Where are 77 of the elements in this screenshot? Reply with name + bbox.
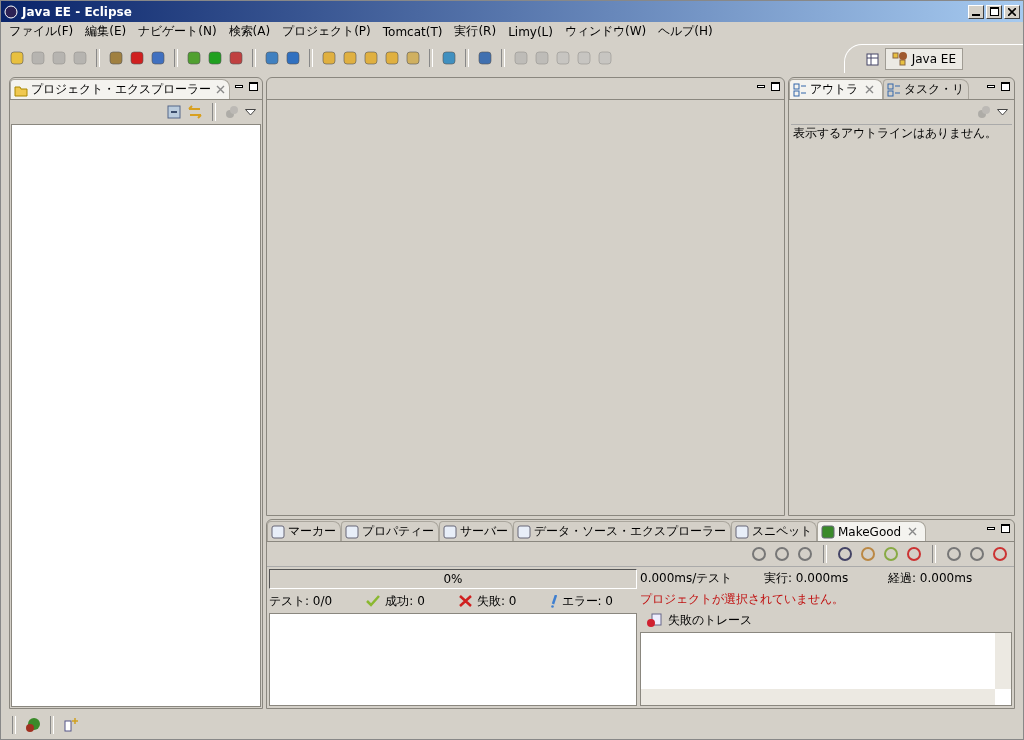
view-icon bbox=[443, 524, 457, 539]
eclipse-icon bbox=[4, 4, 18, 19]
perspective-icon bbox=[891, 50, 908, 67]
menu-item[interactable]: Limy(L) bbox=[508, 24, 553, 39]
elapsed-time: 経過: 0.000ms bbox=[888, 569, 974, 587]
trace-icon bbox=[646, 613, 662, 627]
view-tab[interactable]: データ・ソース・エクスプローラー bbox=[513, 521, 731, 541]
menu-item[interactable]: ナビゲート(N) bbox=[138, 23, 217, 40]
menu-item[interactable]: 検索(A) bbox=[228, 23, 271, 40]
menu-item[interactable]: 実行(R) bbox=[454, 23, 497, 40]
minimize-icon[interactable] bbox=[987, 527, 995, 530]
view-tab[interactable]: タスク・リ bbox=[883, 79, 969, 99]
view-tab[interactable]: スニペット bbox=[731, 521, 817, 541]
exclamation-icon bbox=[550, 594, 557, 608]
view-tab[interactable]: MakeGood bbox=[817, 521, 927, 541]
outline-icon bbox=[887, 82, 901, 97]
error-count: エラー: 0 bbox=[561, 592, 613, 610]
window-title: Java EE - Eclipse bbox=[22, 4, 132, 19]
view-tab[interactable]: アウトラ bbox=[789, 79, 883, 99]
view-tab[interactable]: プロパティー bbox=[341, 521, 439, 541]
passed-count: 成功: 0 bbox=[385, 592, 425, 610]
view-icon bbox=[821, 524, 835, 539]
view-icon bbox=[271, 524, 285, 539]
test-count: テスト: 0/0 bbox=[269, 592, 333, 610]
maximize-icon[interactable] bbox=[1001, 524, 1010, 533]
failed-count: 失敗: 0 bbox=[476, 592, 517, 610]
close-icon[interactable] bbox=[216, 85, 225, 94]
run-time: 実行: 0.000ms bbox=[764, 569, 850, 587]
view-tab[interactable]: マーカー bbox=[267, 521, 341, 541]
maximize-button[interactable] bbox=[986, 4, 1002, 19]
close-icon[interactable] bbox=[908, 527, 918, 536]
toolbar-icon[interactable] bbox=[837, 546, 853, 562]
new-view-icon[interactable] bbox=[63, 717, 79, 733]
menu-item[interactable]: プロジェクト(P) bbox=[282, 23, 371, 40]
collapse-all-icon[interactable] bbox=[167, 105, 181, 119]
view-menu-icon[interactable] bbox=[245, 108, 256, 116]
view-menu-icon[interactable] bbox=[997, 108, 1008, 116]
cross-icon bbox=[458, 595, 472, 607]
horizontal-scrollbar[interactable] bbox=[641, 689, 995, 705]
view-tab[interactable]: プロジェクト・エクスプローラー bbox=[10, 79, 230, 99]
menu-item[interactable]: ファイル(F) bbox=[9, 23, 74, 40]
view-icon bbox=[735, 524, 749, 539]
maximize-icon[interactable] bbox=[771, 82, 780, 91]
status-message: プロジェクトが選択されていません。 bbox=[640, 590, 845, 608]
minimize-icon[interactable] bbox=[235, 85, 243, 88]
toolbar-icon[interactable] bbox=[751, 546, 767, 562]
toolbar-icon[interactable] bbox=[992, 546, 1008, 562]
maximize-icon[interactable] bbox=[1001, 82, 1010, 91]
toolbar-icon[interactable] bbox=[906, 546, 922, 562]
outline-message: 表示するアウトラインはありません。 bbox=[791, 124, 1012, 142]
outline-icon bbox=[793, 82, 807, 97]
close-icon[interactable] bbox=[865, 85, 874, 94]
menu-item[interactable]: ヘルプ(H) bbox=[658, 23, 713, 40]
toolbar-icon[interactable] bbox=[774, 546, 790, 562]
view-icon bbox=[517, 524, 531, 539]
perspective-button[interactable]: Java EE bbox=[884, 47, 963, 70]
failure-trace-label: 失敗のトレース bbox=[668, 611, 752, 629]
minimize-icon[interactable] bbox=[987, 85, 995, 88]
close-icon bbox=[1008, 7, 1016, 16]
menu-item[interactable]: Tomcat(T) bbox=[382, 24, 443, 39]
close-button[interactable] bbox=[1004, 4, 1020, 19]
time-per-test: 0.000ms/テスト bbox=[640, 569, 734, 587]
minimize-icon[interactable] bbox=[757, 85, 765, 88]
vertical-scrollbar[interactable] bbox=[995, 633, 1011, 689]
check-icon bbox=[366, 595, 381, 607]
menu-item[interactable]: 編集(E) bbox=[85, 23, 127, 40]
maximize-icon[interactable] bbox=[249, 82, 258, 91]
open-perspective-icon[interactable] bbox=[864, 50, 881, 67]
menu-item[interactable]: ウィンドウ(W) bbox=[565, 23, 647, 40]
toolbar-icon[interactable] bbox=[946, 546, 962, 562]
view-tab[interactable]: サーバー bbox=[439, 521, 513, 541]
toolbar-icon[interactable] bbox=[969, 546, 985, 562]
toolbar-icon[interactable] bbox=[797, 546, 813, 562]
progress-label: 0% bbox=[442, 572, 464, 586]
makegood-status-icon[interactable] bbox=[25, 717, 41, 733]
minimize-button[interactable] bbox=[968, 4, 984, 19]
view-icon bbox=[345, 524, 359, 539]
